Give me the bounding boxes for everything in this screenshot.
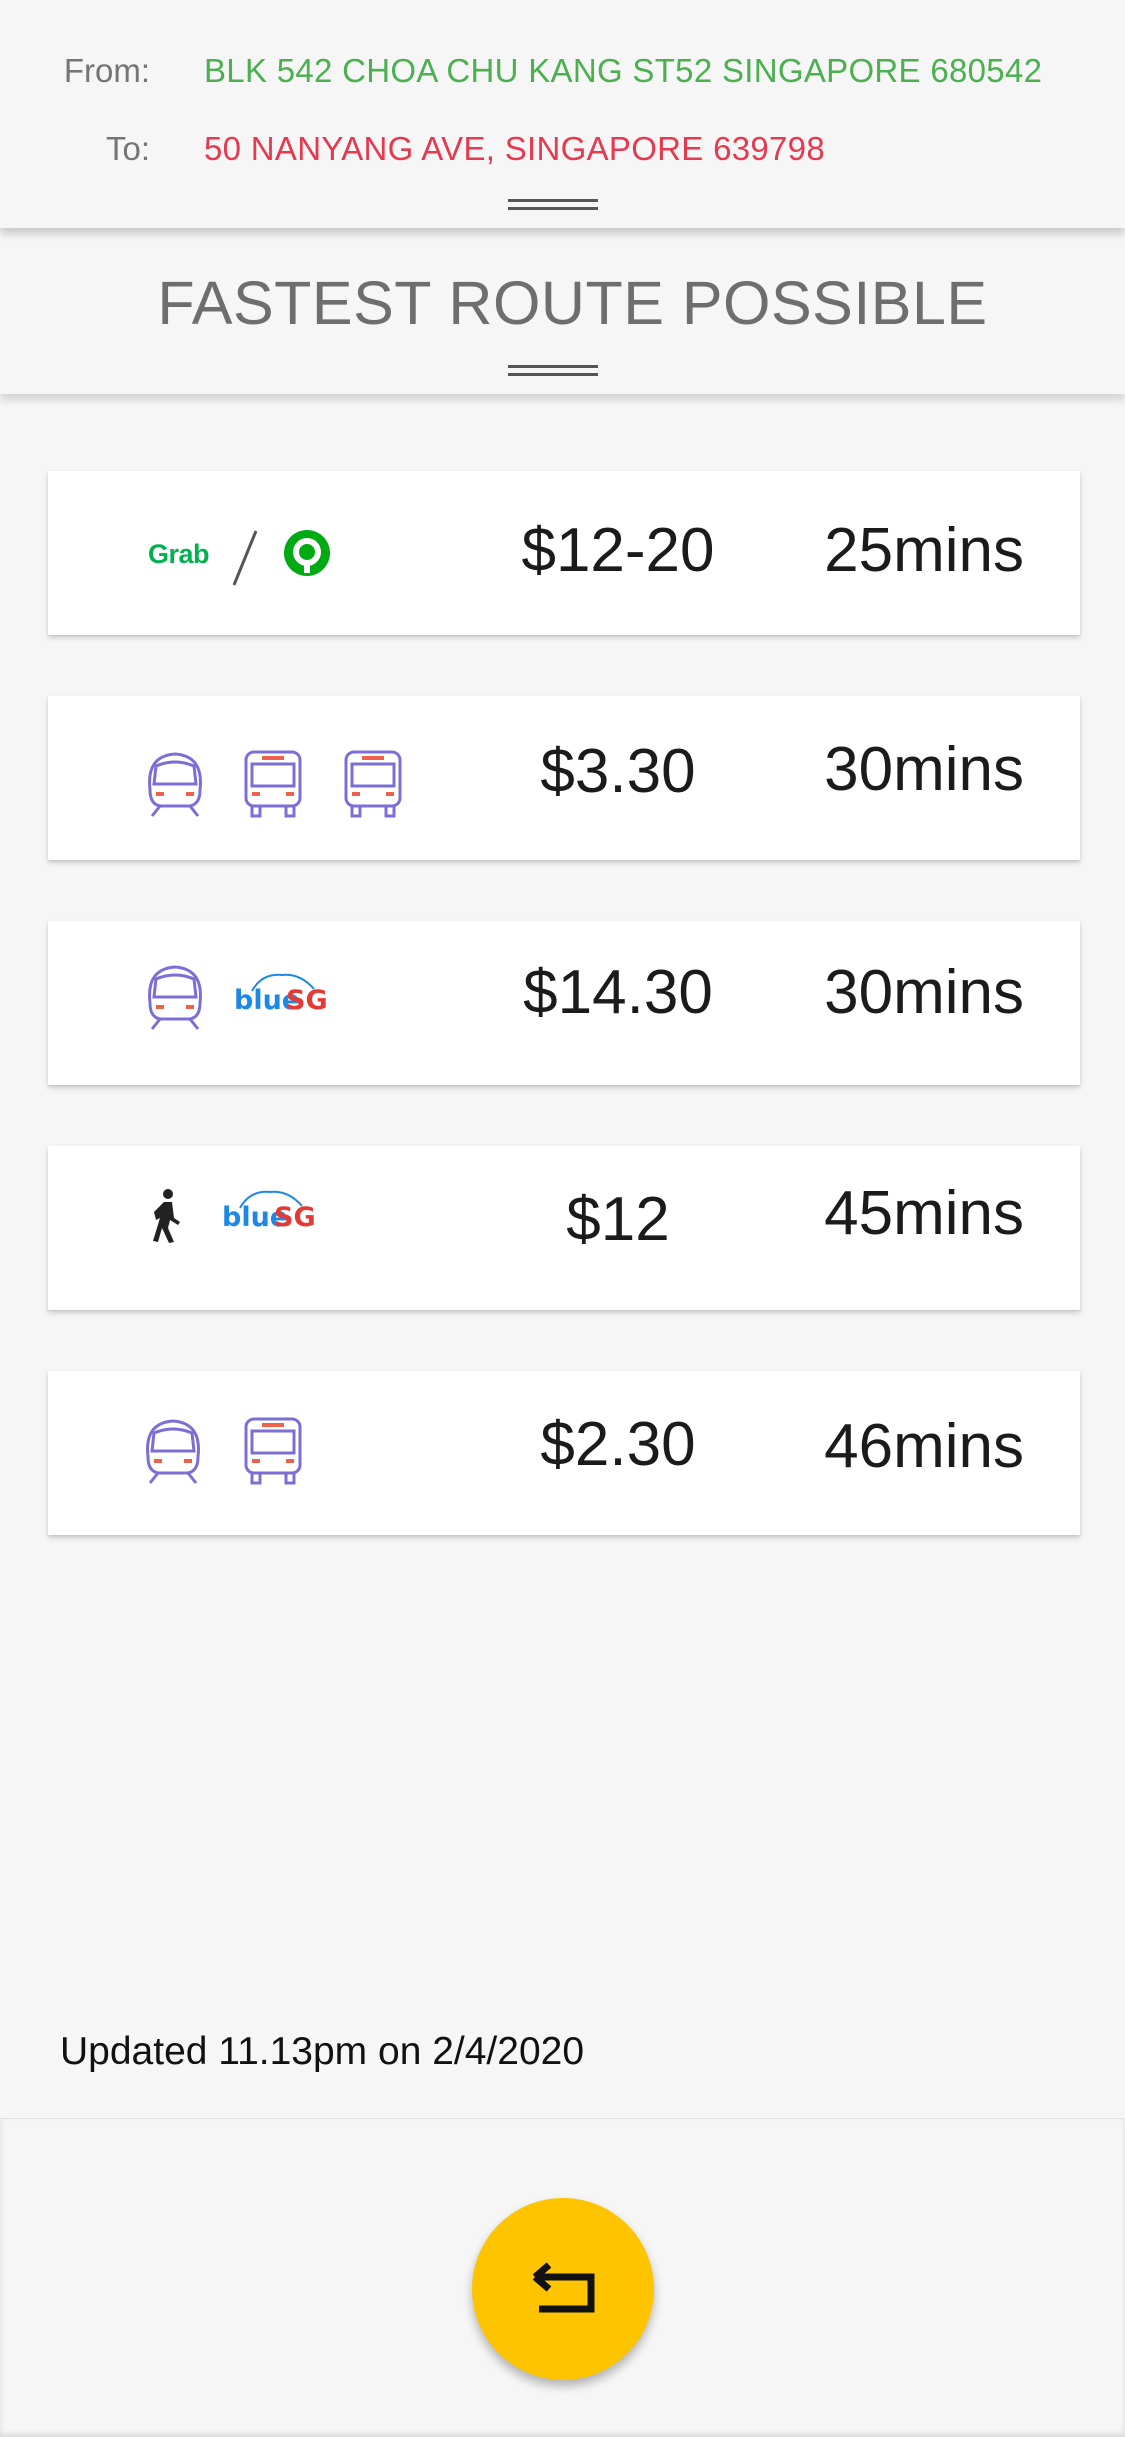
to-row[interactable]: To: 50 NANYANG AVE, SINGAPORE 639798 — [0, 119, 1125, 179]
route-card[interactable]: $2.30 46mins — [48, 1371, 1080, 1535]
route-price: $12 — [566, 1185, 670, 1254]
route-duration: 30mins — [824, 958, 1024, 1027]
route-modes — [92, 696, 432, 860]
to-label: To: — [105, 130, 150, 167]
train-icon — [146, 1419, 200, 1484]
return-arrow-icon — [532, 2262, 595, 2313]
train-icon — [148, 752, 202, 817]
route-modes — [92, 1371, 432, 1535]
route-header: From: BLK 542 CHOA CHU KANG ST52 SINGAPO… — [0, 0, 1125, 228]
header-drag-handle[interactable] — [508, 199, 598, 210]
title-drag-handle[interactable] — [508, 365, 598, 376]
bus-icon — [244, 750, 302, 818]
route-price: $2.30 — [540, 1410, 696, 1479]
route-card[interactable]: blue SG $12 45mins — [48, 1146, 1080, 1310]
page-title: FASTEST ROUTE POSSIBLE — [157, 269, 988, 337]
route-price: $3.30 — [540, 737, 696, 806]
route-price: $14.30 — [523, 958, 713, 1027]
route-modes: blue SG — [92, 921, 432, 1085]
gojek-logo-icon — [284, 530, 330, 576]
bus-icon — [344, 750, 402, 818]
return-button[interactable] — [472, 2198, 654, 2380]
train-icon — [148, 965, 202, 1030]
bus-icon — [244, 1417, 302, 1485]
grab-logo: Grab — [148, 539, 210, 569]
walking-icon — [153, 1189, 180, 1243]
from-row[interactable]: From: BLK 542 CHOA CHU KANG ST52 SINGAPO… — [0, 41, 1125, 101]
route-modes: blue SG — [92, 1146, 432, 1310]
to-address[interactable]: 50 NANYANG AVE, SINGAPORE 639798 — [204, 119, 825, 179]
bluesg-logo: blue SG — [234, 971, 328, 1021]
route-card[interactable]: Grab $12-20 25mins — [48, 471, 1080, 635]
route-duration: 45mins — [824, 1179, 1024, 1248]
route-duration: 46mins — [824, 1412, 1024, 1481]
title-bar: FASTEST ROUTE POSSIBLE — [0, 228, 1125, 394]
route-duration: 25mins — [824, 516, 1024, 585]
from-label: From: — [63, 52, 150, 89]
route-card[interactable]: blue SG $14.30 30mins — [48, 921, 1080, 1085]
route-card[interactable]: $3.30 30mins — [48, 696, 1080, 860]
from-address[interactable]: BLK 542 CHOA CHU KANG ST52 SINGAPORE 680… — [204, 41, 1042, 101]
route-modes: Grab — [92, 471, 432, 635]
last-updated-text: Updated 11.13pm on 2/4/2020 — [60, 2030, 585, 2073]
slash-icon — [232, 530, 258, 586]
route-price: $12-20 — [521, 516, 715, 585]
route-duration: 30mins — [824, 735, 1024, 804]
bluesg-logo: blue SG — [222, 1188, 316, 1238]
